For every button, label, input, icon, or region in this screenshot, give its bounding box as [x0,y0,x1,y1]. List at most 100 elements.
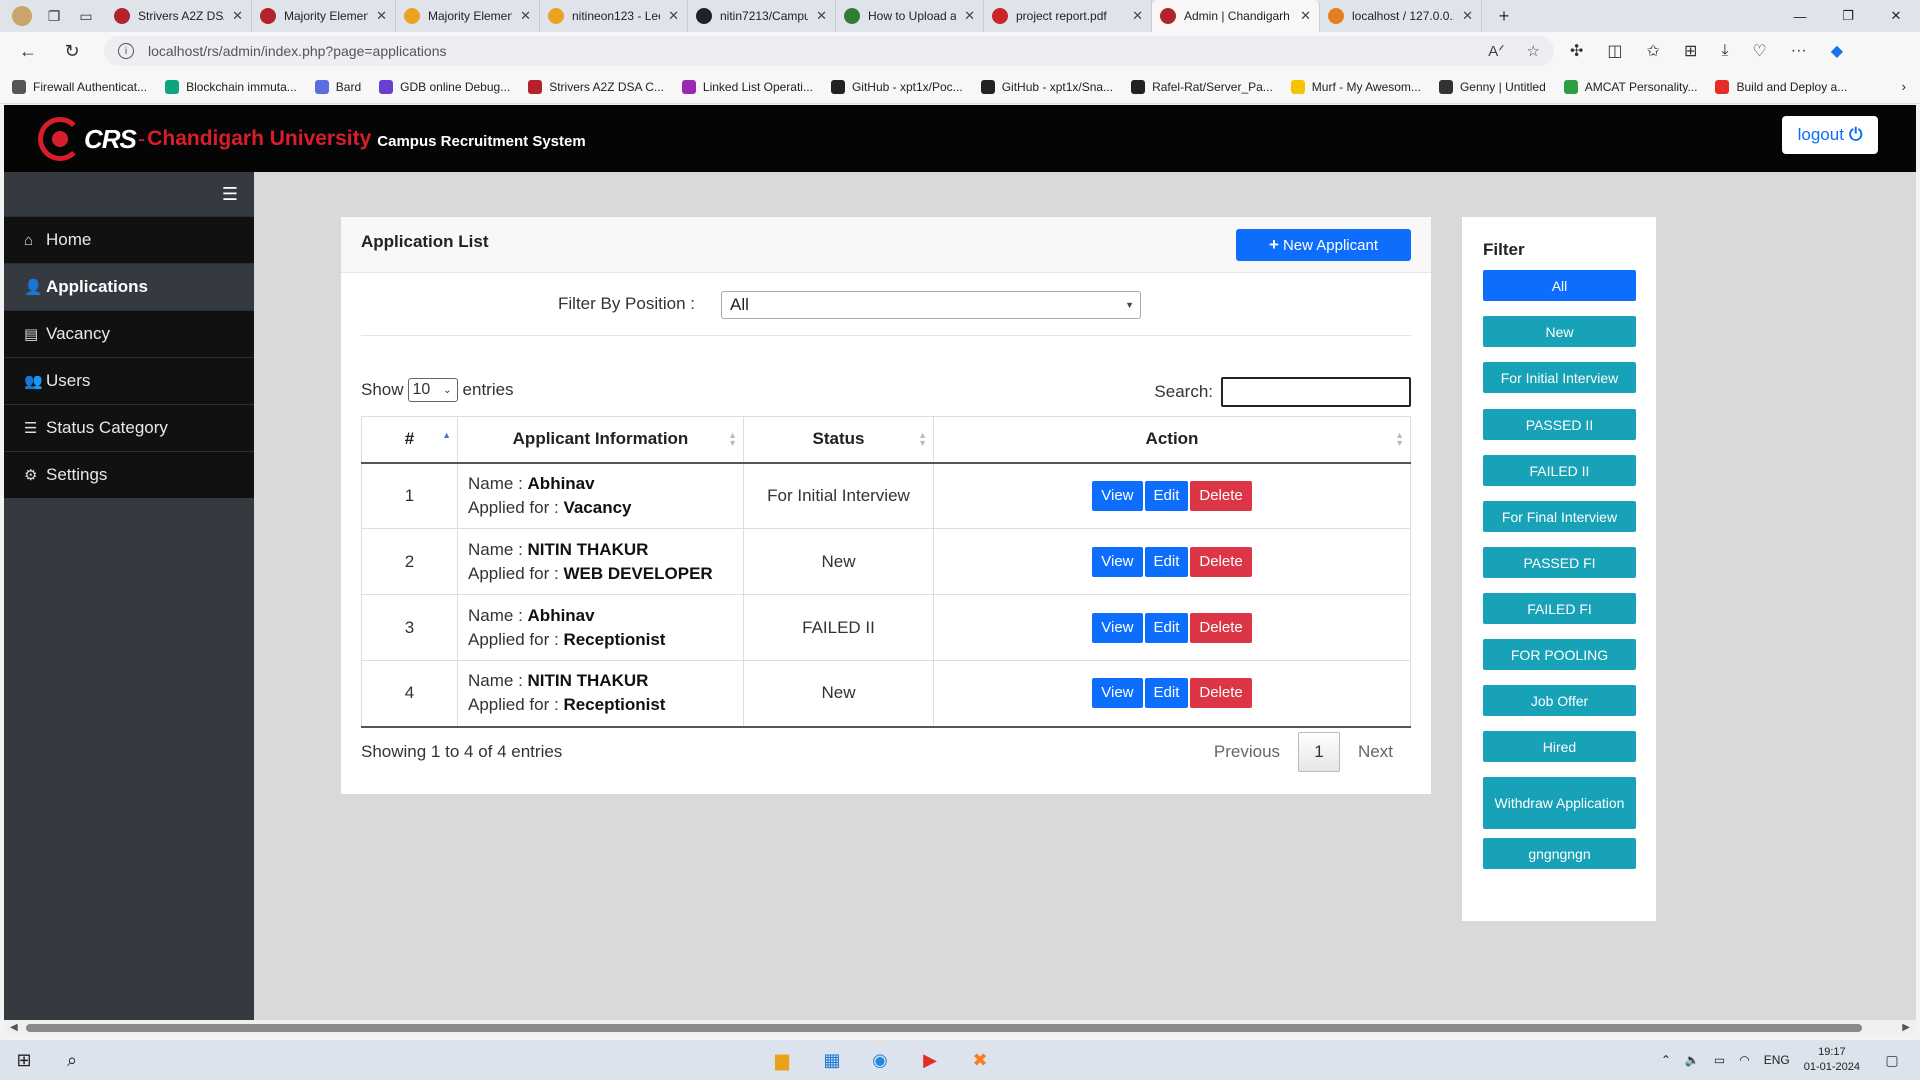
bookmark-item[interactable]: Blockchain immuta... [165,79,297,94]
filter-button-failed-ii[interactable]: FAILED II [1483,455,1636,486]
bookmark-item[interactable]: Bard [314,79,361,94]
browser-tab[interactable]: localhost / 127.0.0.1 ✕ [1320,0,1482,32]
language-indicator[interactable]: ENG [1764,1053,1790,1067]
battery-icon[interactable]: ▭ [1714,1053,1725,1067]
minimize-icon[interactable]: — [1776,0,1824,32]
previous-page-button[interactable]: Previous [1196,742,1298,762]
position-filter-select[interactable]: All ▼ [721,291,1141,319]
filter-button-hired[interactable]: Hired [1483,731,1636,762]
profile-avatar-icon[interactable] [12,6,32,26]
column-header-number[interactable]: # ▲ [361,416,458,464]
tab-close-icon[interactable]: ✕ [376,8,387,24]
back-icon[interactable]: ← [10,36,46,66]
bookmark-item[interactable]: Build and Deploy a... [1715,79,1847,94]
tab-close-icon[interactable]: ✕ [1300,8,1311,24]
bookmark-item[interactable]: Firewall Authenticat... [12,79,147,94]
sidebar-toggle-icon[interactable]: ☰ [4,172,254,216]
tab-close-icon[interactable]: ✕ [668,8,679,24]
filter-button-for-pooling[interactable]: FOR POOLING [1483,639,1636,670]
scrollbar-thumb[interactable] [26,1024,1862,1032]
url-field[interactable]: i localhost/rs/admin/index.php?page=appl… [104,36,1554,66]
delete-button[interactable]: Delete [1190,546,1252,577]
browser-tab[interactable]: Majority Element : El ✕ [252,0,396,32]
read-aloud-icon[interactable]: Aᐟ [1488,42,1504,60]
tab-close-icon[interactable]: ✕ [1462,8,1473,24]
filter-button-job-offer[interactable]: Job Offer [1483,685,1636,716]
file-explorer-icon[interactable]: ▆ [768,1046,796,1074]
edit-button[interactable]: Edit [1144,612,1189,643]
bookmark-item[interactable]: GitHub - xpt1x/Poc... [830,79,963,94]
search-icon[interactable]: ⌕ [58,1046,86,1074]
volume-icon[interactable]: 🔈 [1685,1053,1700,1067]
bookmark-item[interactable]: Strivers A2Z DSA C... [528,79,664,94]
sidebar-item-home[interactable]: ⌂ Home [4,216,254,263]
close-window-icon[interactable]: ✕ [1872,0,1920,32]
scroll-right-icon[interactable]: ▶ [1902,1022,1910,1033]
delete-button[interactable]: Delete [1190,480,1252,511]
bookmark-item[interactable]: Genny | Untitled [1438,79,1546,94]
wifi-icon[interactable]: ◠ [1739,1053,1749,1067]
bookmarks-overflow-icon[interactable]: › [1902,79,1906,94]
scroll-left-icon[interactable]: ◀ [10,1022,18,1033]
tab-close-icon[interactable]: ✕ [964,8,975,24]
tray-overflow-icon[interactable]: ⌃ [1661,1053,1671,1067]
bookmark-item[interactable]: GDB online Debug... [379,79,510,94]
site-info-icon[interactable]: i [118,43,134,59]
next-page-button[interactable]: Next [1340,742,1411,762]
browser-tab[interactable]: nitin7213/Campus-R ✕ [688,0,836,32]
filter-button-for-final-interview[interactable]: For Final Interview [1483,501,1636,532]
filter-button-all[interactable]: All [1483,270,1636,301]
tab-close-icon[interactable]: ✕ [1132,8,1143,24]
edit-button[interactable]: Edit [1144,480,1189,511]
bookmark-item[interactable]: Linked List Operati... [681,79,813,94]
column-header-status[interactable]: Status ▲ ▼ [743,416,934,464]
collections-icon[interactable]: ⊞ [1684,41,1697,61]
browser-tab[interactable]: Admin | Chandigarh ✕ [1152,0,1320,32]
column-header-action[interactable]: Action ▲ ▼ [933,416,1411,464]
tab-actions-icon[interactable]: ▭ [76,6,96,26]
filter-button-passed-ii[interactable]: PASSED II [1483,409,1636,440]
new-tab-icon[interactable]: + [1494,6,1514,26]
edit-button[interactable]: Edit [1144,546,1189,577]
edge-icon[interactable]: ◉ [866,1046,894,1074]
performance-icon[interactable]: ♡ [1752,41,1766,61]
entries-select[interactable]: 10 ⌄ [407,378,458,402]
tab-close-icon[interactable]: ✕ [816,8,827,24]
copilot-icon[interactable]: ◆ [1831,41,1843,61]
view-button[interactable]: View [1092,480,1143,511]
filter-button-passed-fi[interactable]: PASSED FI [1483,547,1636,578]
filter-button-new[interactable]: New [1483,316,1636,347]
column-header-applicant-info[interactable]: Applicant Information ▲ ▼ [457,416,744,464]
clock[interactable]: 19:17 01-01-2024 [1804,1045,1860,1075]
filter-button-failed-fi[interactable]: FAILED FI [1483,593,1636,624]
new-applicant-button[interactable]: + New Applicant [1236,229,1411,261]
reload-icon[interactable]: ↻ [54,36,90,66]
bookmark-item[interactable]: Rafel-Rat/Server_Pa... [1131,79,1273,94]
browser-tab[interactable]: project report.pdf ✕ [984,0,1152,32]
bookmark-item[interactable]: Murf - My Awesom... [1290,79,1421,94]
view-button[interactable]: View [1092,546,1143,577]
more-menu-icon[interactable]: ··· [1791,42,1807,60]
filter-button-withdraw-application[interactable]: Withdraw Application [1483,777,1636,829]
sidebar-item-users[interactable]: 👥 Users [4,357,254,404]
tab-close-icon[interactable]: ✕ [232,8,243,24]
youtube-icon[interactable]: ▶ [916,1046,944,1074]
browser-tab[interactable]: Strivers A2Z DSA Co ✕ [106,0,252,32]
sidebar-item-vacancy[interactable]: ▤ Vacancy [4,310,254,357]
notifications-icon[interactable]: ▢ [1878,1046,1906,1074]
delete-button[interactable]: Delete [1190,612,1252,643]
tab-close-icon[interactable]: ✕ [520,8,531,24]
filter-button-gngngngn[interactable]: gngngngn [1483,838,1636,869]
sidebar-item-settings[interactable]: ⚙ Settings [4,451,254,498]
browser-tab[interactable]: nitineon123 - LeetCo ✕ [540,0,688,32]
sidebar-item-applications[interactable]: 👤 Applications [4,263,254,310]
search-input[interactable] [1221,377,1411,407]
xampp-icon[interactable]: ✖ [966,1046,994,1074]
filter-button-for-initial-interview[interactable]: For Initial Interview [1483,362,1636,393]
split-screen-icon[interactable]: ◫ [1607,41,1622,61]
delete-button[interactable]: Delete [1190,678,1252,709]
browser-tab[interactable]: How to Upload a Pro ✕ [836,0,984,32]
current-page-button[interactable]: 1 [1298,732,1341,772]
bookmark-item[interactable]: GitHub - xpt1x/Sna... [980,79,1113,94]
site-logo[interactable]: CRS - Chandigarh University Campus Recru… [38,117,586,161]
